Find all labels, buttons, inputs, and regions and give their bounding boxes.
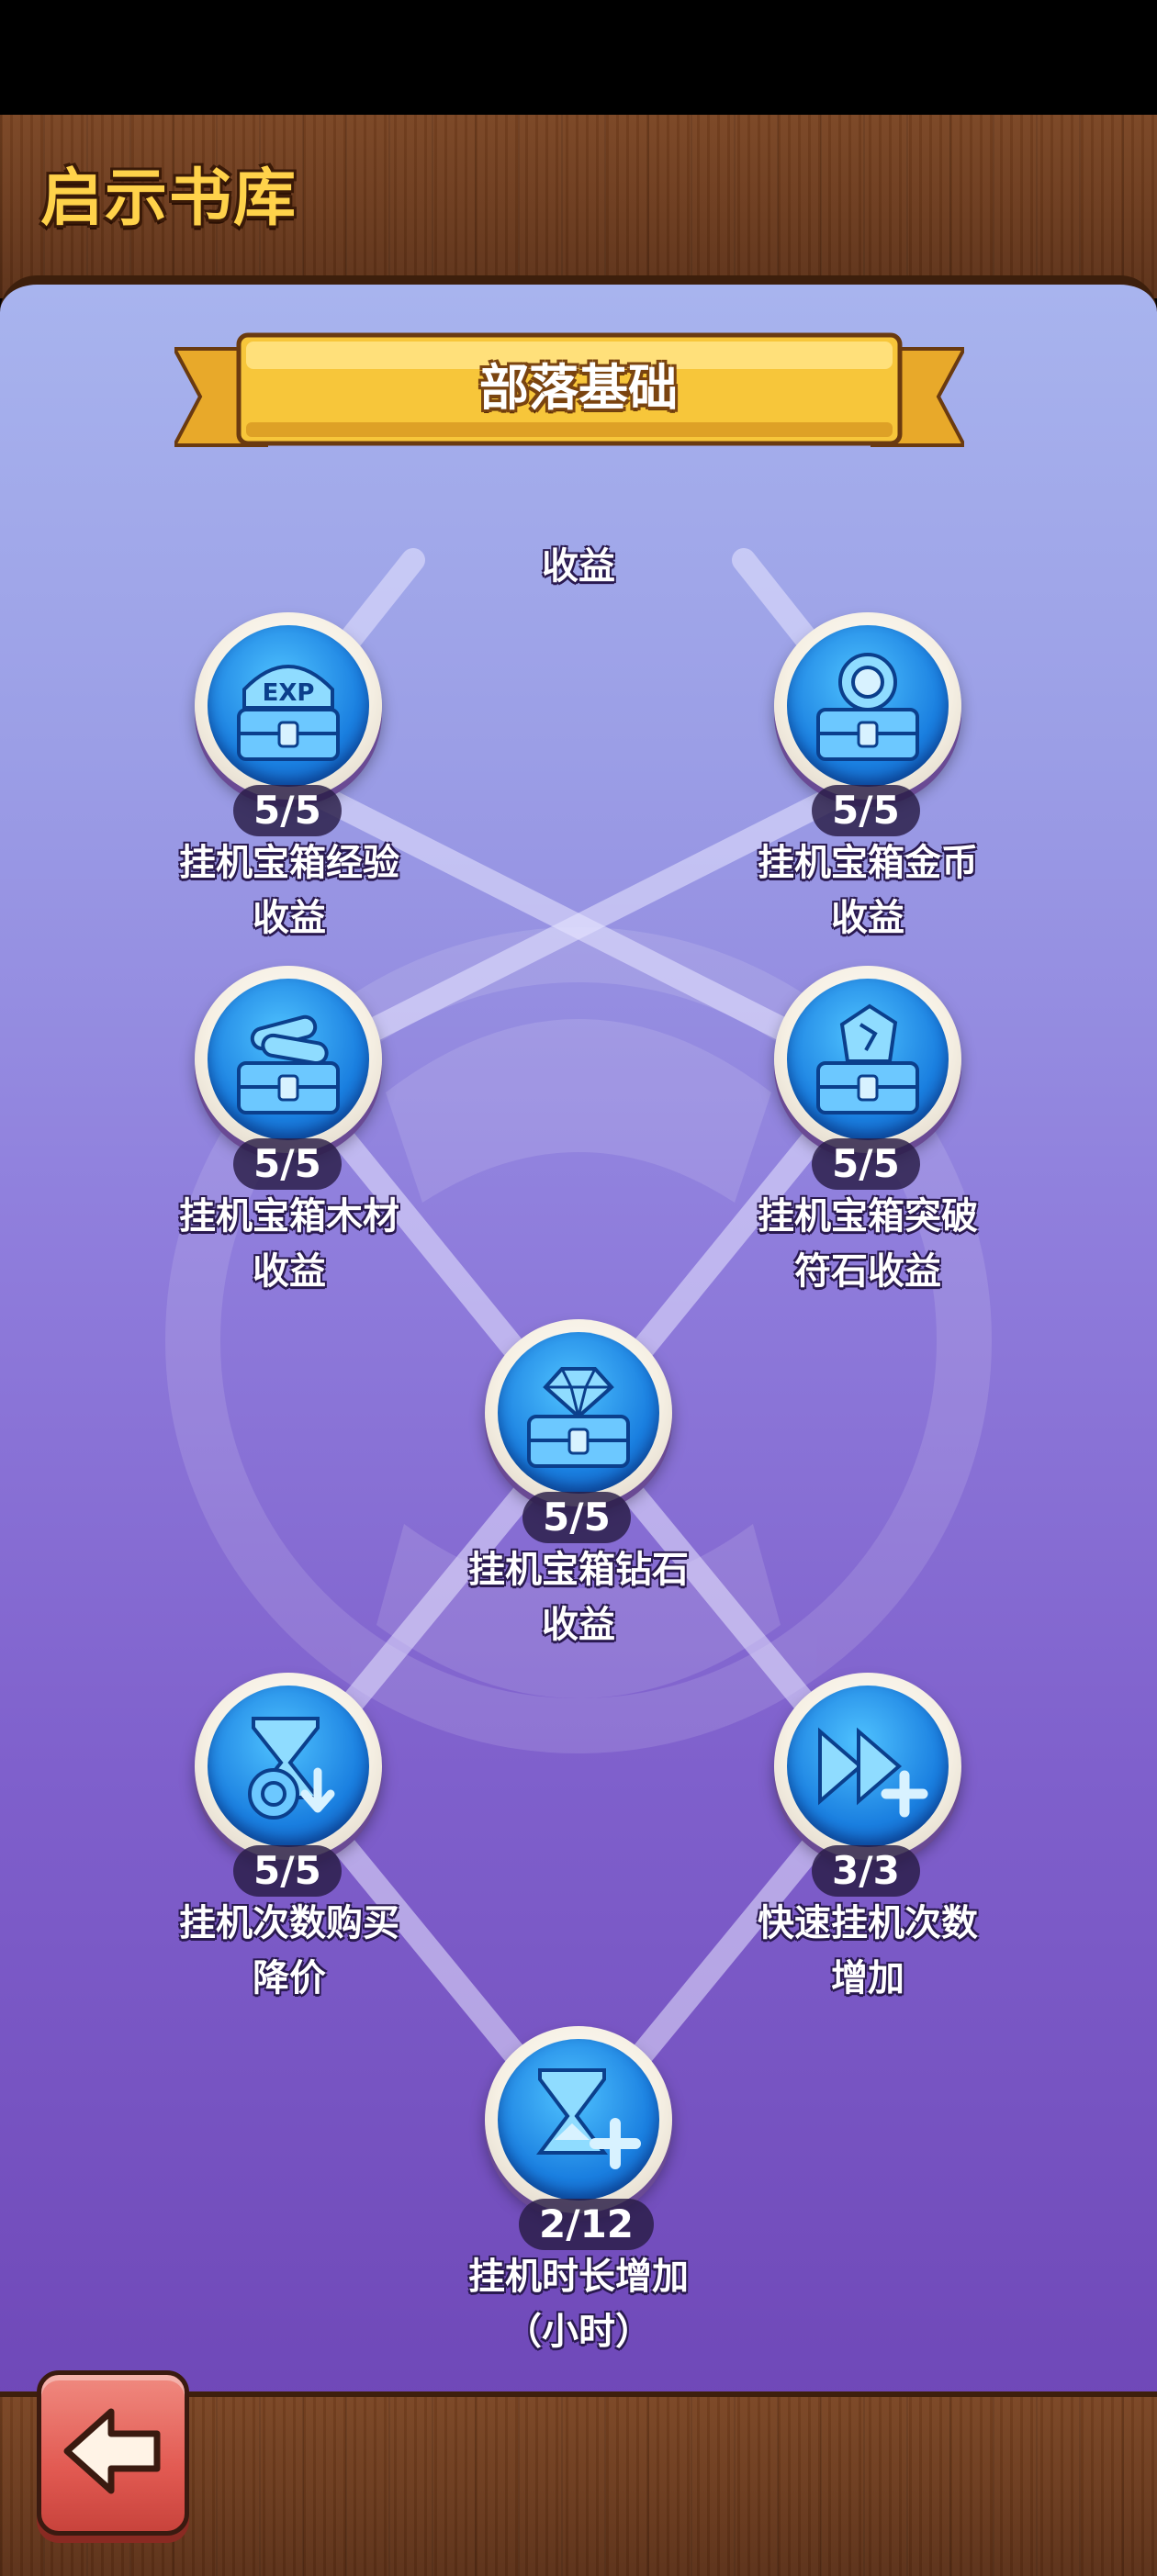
progress-badge: 2/12 xyxy=(519,2199,655,2250)
progress-badge: 5/5 xyxy=(233,1138,342,1190)
node-label: 挂机宝箱突破 符石收益 xyxy=(758,1195,978,1293)
section-title: 部落基础 xyxy=(479,359,678,417)
page-title: 启示书库 xyxy=(40,162,298,235)
progress-badge: 5/5 xyxy=(522,1492,631,1543)
back-button[interactable] xyxy=(37,2370,189,2536)
fast-forward-plus-icon xyxy=(787,1686,949,1847)
skill-node-discount[interactable] xyxy=(195,1673,382,1860)
skill-node-rune[interactable] xyxy=(774,966,961,1153)
hourglass-plus-icon xyxy=(498,2039,659,2201)
skill-node-wood[interactable] xyxy=(195,966,382,1153)
node-label: 挂机时长增加 （小时） xyxy=(468,2256,689,2353)
svg-text:EXP: EXP xyxy=(263,679,315,707)
node-label: 挂机宝箱金币 收益 xyxy=(758,842,978,939)
progress-badge: 5/5 xyxy=(812,1138,920,1190)
hourglass-discount-icon xyxy=(208,1686,369,1847)
wood-chest-icon xyxy=(208,979,369,1140)
node-label: 快速挂机次数 增加 xyxy=(758,1902,978,1999)
progress-badge: 5/5 xyxy=(233,1845,342,1897)
skill-node-duration[interactable] xyxy=(485,2026,672,2213)
skill-node-exp[interactable]: EXP xyxy=(195,612,382,800)
node-label: 挂机宝箱经验 收益 xyxy=(179,842,399,939)
skill-node-diamond[interactable] xyxy=(485,1319,672,1506)
progress-badge: 3/3 xyxy=(812,1845,920,1897)
diamond-chest-icon xyxy=(498,1332,659,1494)
status-bar xyxy=(0,0,1157,115)
back-arrow-icon xyxy=(63,2408,161,2494)
node-label: 挂机宝箱钻石 收益 xyxy=(468,1549,689,1646)
node-label: 挂机次数购买 降价 xyxy=(179,1902,399,1999)
node-label: 挂机宝箱木材 收益 xyxy=(179,1195,399,1293)
gold-chest-icon xyxy=(787,625,949,787)
skill-node-gold[interactable] xyxy=(774,612,961,800)
progress-badge: 5/5 xyxy=(812,785,920,836)
exp-chest-icon: EXP xyxy=(208,625,369,787)
top-partial-label: 收益 xyxy=(542,545,615,588)
rune-chest-icon xyxy=(787,979,949,1140)
progress-badge: 5/5 xyxy=(233,785,342,836)
skill-node-fast[interactable] xyxy=(774,1673,961,1860)
